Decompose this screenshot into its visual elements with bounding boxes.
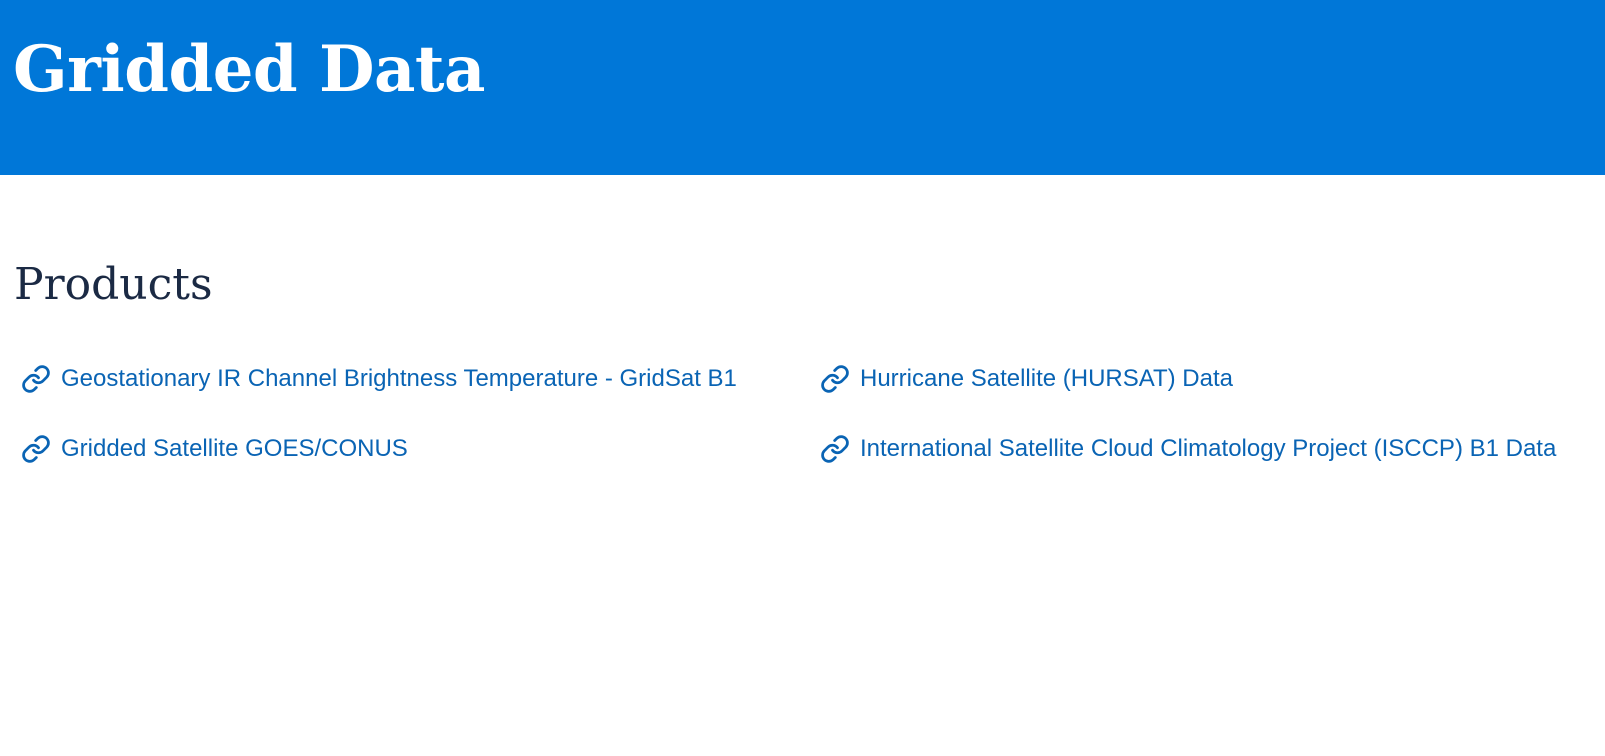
link-icon [20,363,52,395]
product-link-label: Hurricane Satellite (HURSAT) Data [860,365,1233,392]
product-link-label: International Satellite Cloud Climatolog… [860,435,1557,462]
link-icon [20,433,52,465]
products-heading: Products [14,259,213,310]
link-icon [819,433,851,465]
product-link-label: Geostationary IR Channel Brightness Temp… [61,365,737,392]
product-link-hursat[interactable]: Hurricane Satellite (HURSAT) Data [819,358,1233,400]
product-link-isccp-b1[interactable]: International Satellite Cloud Climatolog… [819,428,1559,470]
product-link-label: Gridded Satellite GOES/CONUS [61,435,408,462]
page-header: Gridded Data [0,0,1605,175]
product-link-goes-conus[interactable]: Gridded Satellite GOES/CONUS [20,428,408,470]
page-title: Gridded Data [13,32,485,107]
link-icon [819,363,851,395]
product-link-gridsat-b1[interactable]: Geostationary IR Channel Brightness Temp… [20,358,737,400]
